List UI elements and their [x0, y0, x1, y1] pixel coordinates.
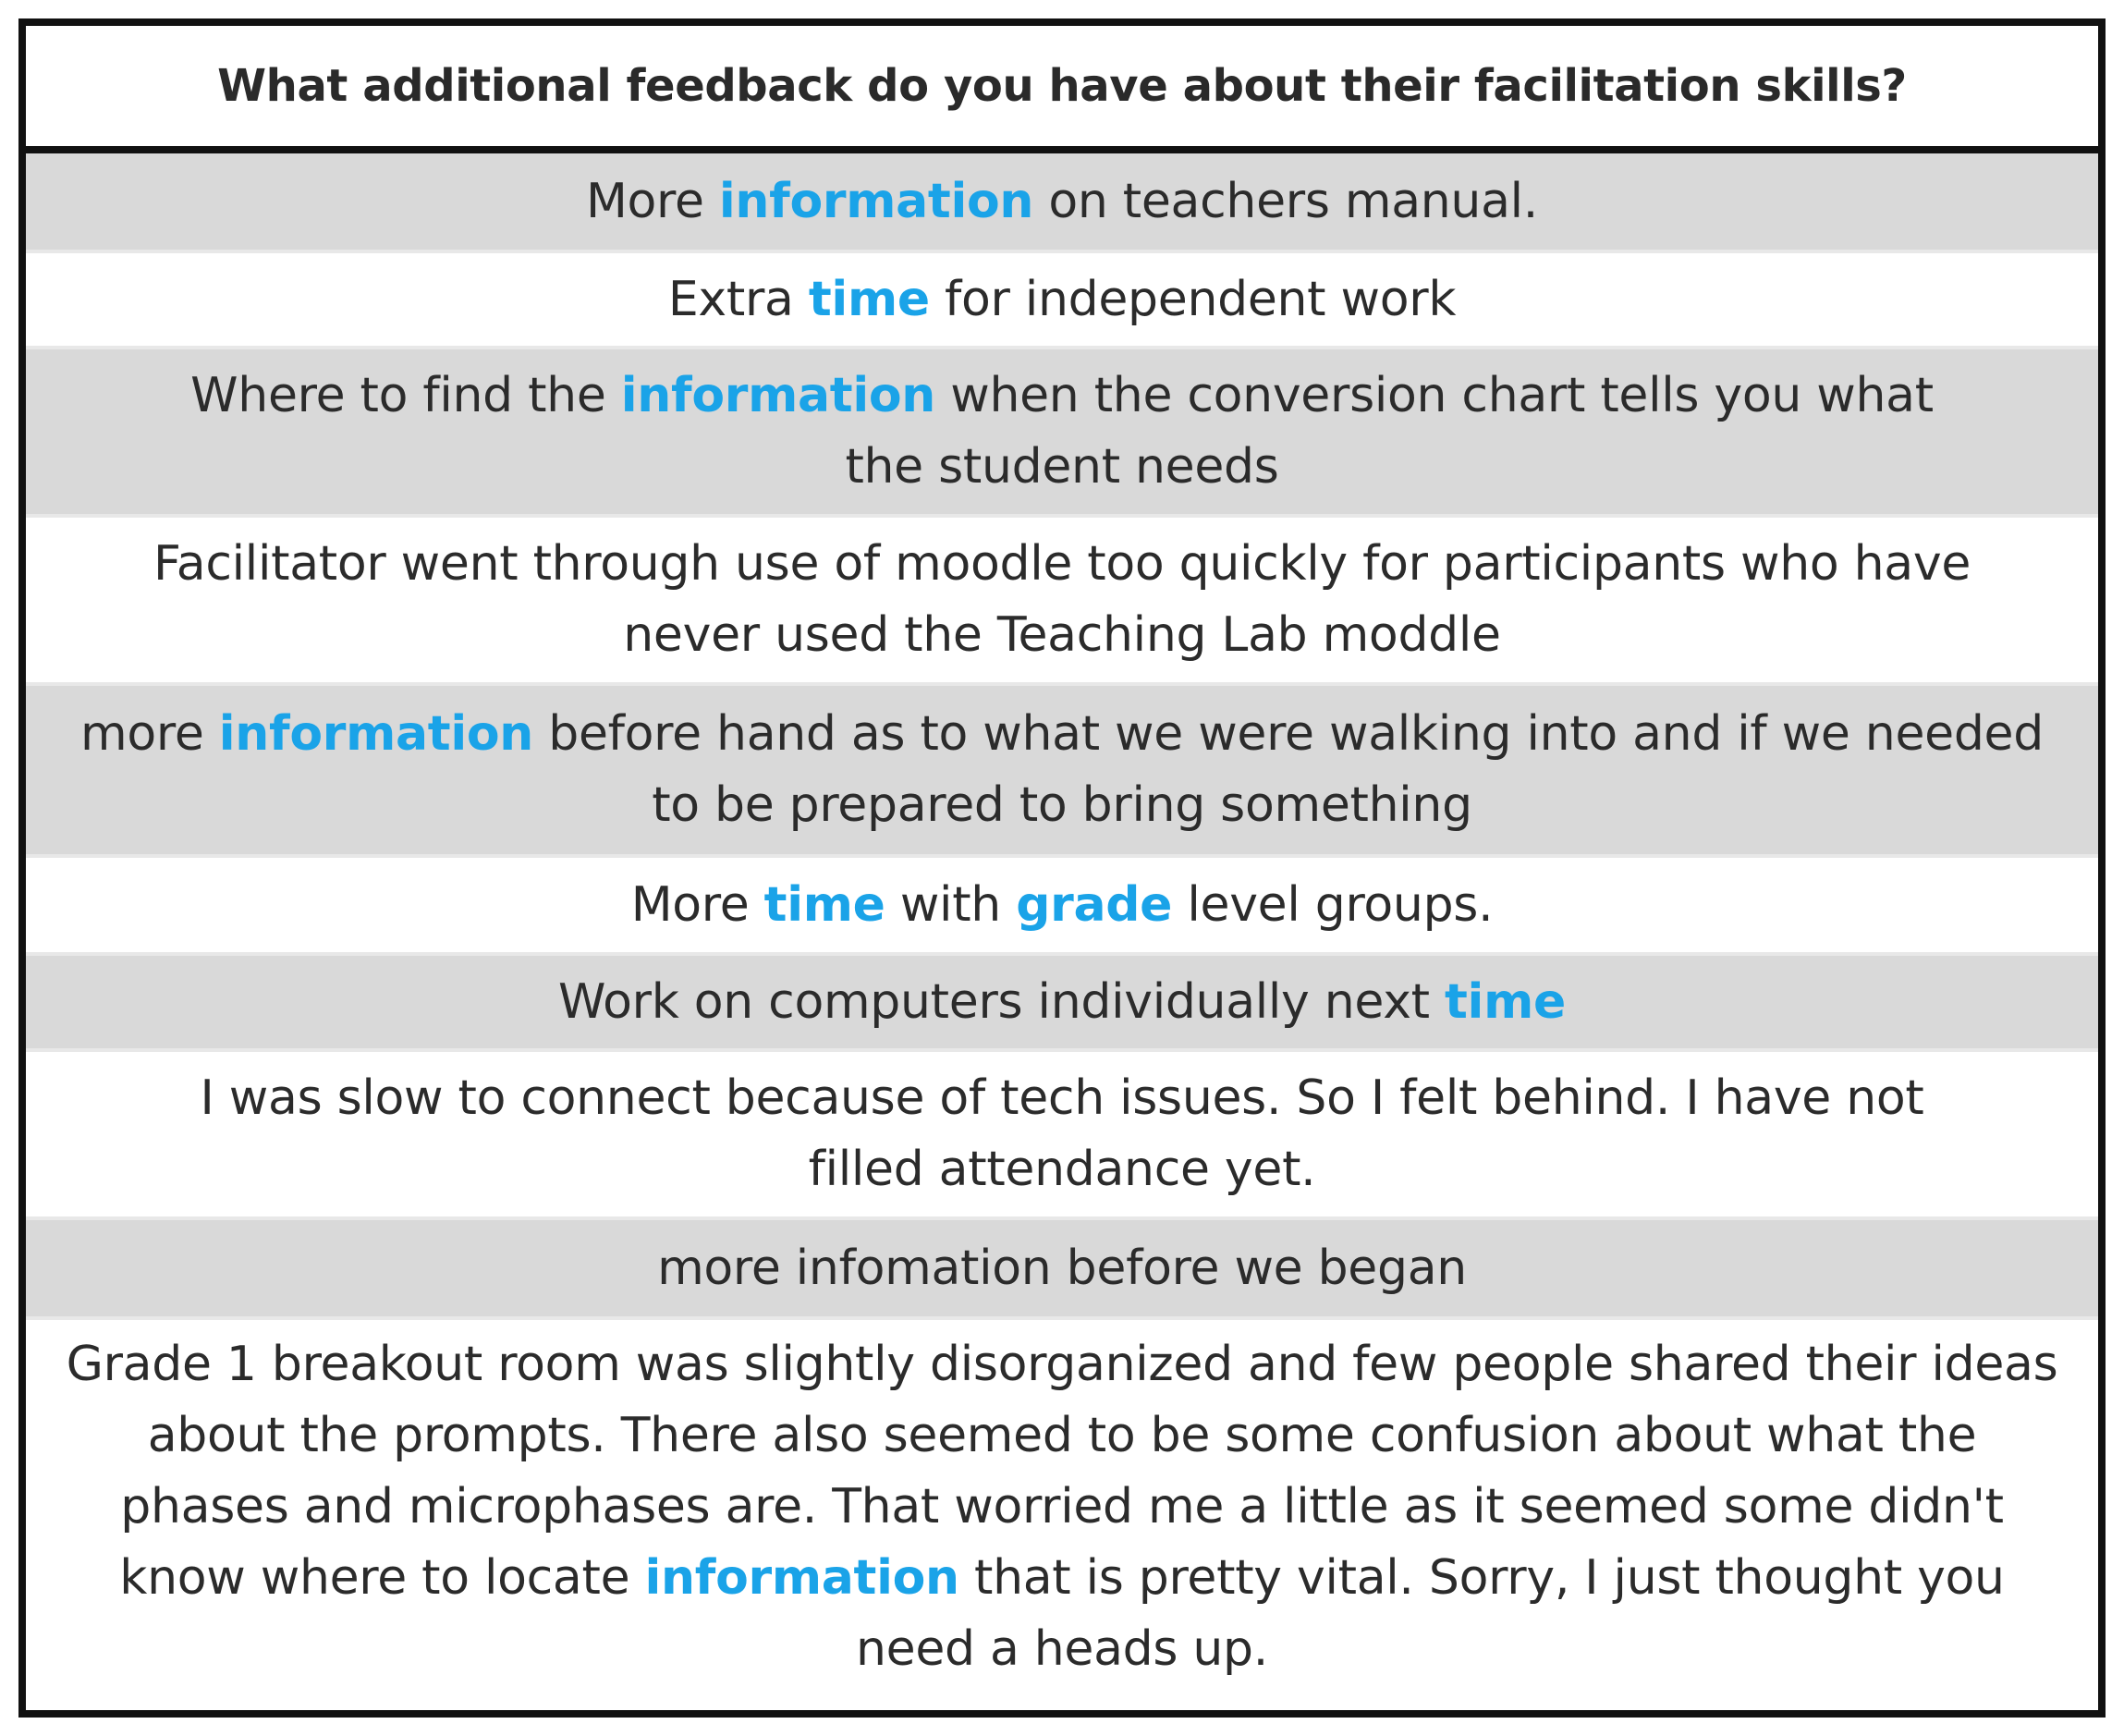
response-text: More information on teachers manual.	[586, 166, 1538, 238]
response-segment: Work on computers individually next	[558, 973, 1445, 1030]
keyword-highlight: information	[620, 368, 936, 423]
response-segment: on teachers manual.	[1033, 173, 1539, 229]
table-title: What additional feedback do you have abo…	[26, 26, 2098, 153]
response-segment: I was slow to connect because of tech is…	[200, 1070, 1924, 1197]
response-segment: that is pretty vital. Sorry, I just thou…	[855, 1549, 2005, 1677]
response-segment: more infomation before we began	[657, 1240, 1467, 1296]
table-row: more infomation before we began	[26, 1220, 2098, 1320]
response-text: Work on computers individually next time	[558, 967, 1566, 1038]
response-segment: for independent work	[929, 271, 1457, 327]
response-segment: with	[885, 876, 1017, 933]
response-segment: More	[630, 876, 764, 933]
keyword-highlight: time	[808, 271, 930, 327]
response-text: I was slow to connect because of tech is…	[184, 1063, 1940, 1205]
response-text: Facilitator went through use of moodle t…	[138, 529, 1986, 671]
response-segment: More	[585, 173, 719, 229]
keyword-highlight: information	[218, 706, 534, 762]
table-row: More information on teachers manual.	[26, 153, 2098, 253]
response-text: Grade 1 breakout room was slightly disor…	[63, 1329, 2061, 1685]
table-row: Work on computers individually next time	[26, 956, 2098, 1052]
response-text: more information before hand as to what …	[63, 699, 2061, 841]
table-row: more information before hand as to what …	[26, 686, 2098, 858]
keyword-highlight: grade	[1016, 876, 1173, 933]
response-text: more infomation before we began	[657, 1233, 1467, 1304]
table-row: Where to find the information when the c…	[26, 349, 2098, 518]
table-row: Extra time for independent work	[26, 253, 2098, 349]
keyword-highlight: time	[763, 876, 885, 933]
response-text: Where to find the information when the c…	[147, 361, 1977, 503]
keyword-highlight: information	[718, 173, 1034, 229]
table-row: Grade 1 breakout room was slightly disor…	[26, 1320, 2098, 1693]
response-segment: Facilitator went through use of moodle t…	[153, 536, 1971, 663]
keyword-highlight: information	[644, 1549, 960, 1606]
response-segment: when the conversion chart tells you what…	[845, 368, 1934, 495]
response-segment: level groups.	[1172, 876, 1494, 933]
response-segment: more	[80, 706, 219, 762]
keyword-highlight: time	[1445, 973, 1566, 1030]
response-segment: Where to find the	[190, 368, 621, 423]
table-row: More time with grade level groups.	[26, 858, 2098, 956]
response-segment: before hand as to what we were walking i…	[533, 706, 2044, 833]
response-text: More time with grade level groups.	[631, 870, 1494, 941]
table-row: I was slow to connect because of tech is…	[26, 1052, 2098, 1220]
response-segment: Extra	[667, 271, 809, 327]
table-row: Facilitator went through use of moodle t…	[26, 518, 2098, 686]
table-body: More information on teachers manual. Ext…	[26, 153, 2098, 1693]
feedback-table: What additional feedback do you have abo…	[18, 18, 2106, 1718]
response-text: Extra time for independent work	[667, 264, 1457, 336]
